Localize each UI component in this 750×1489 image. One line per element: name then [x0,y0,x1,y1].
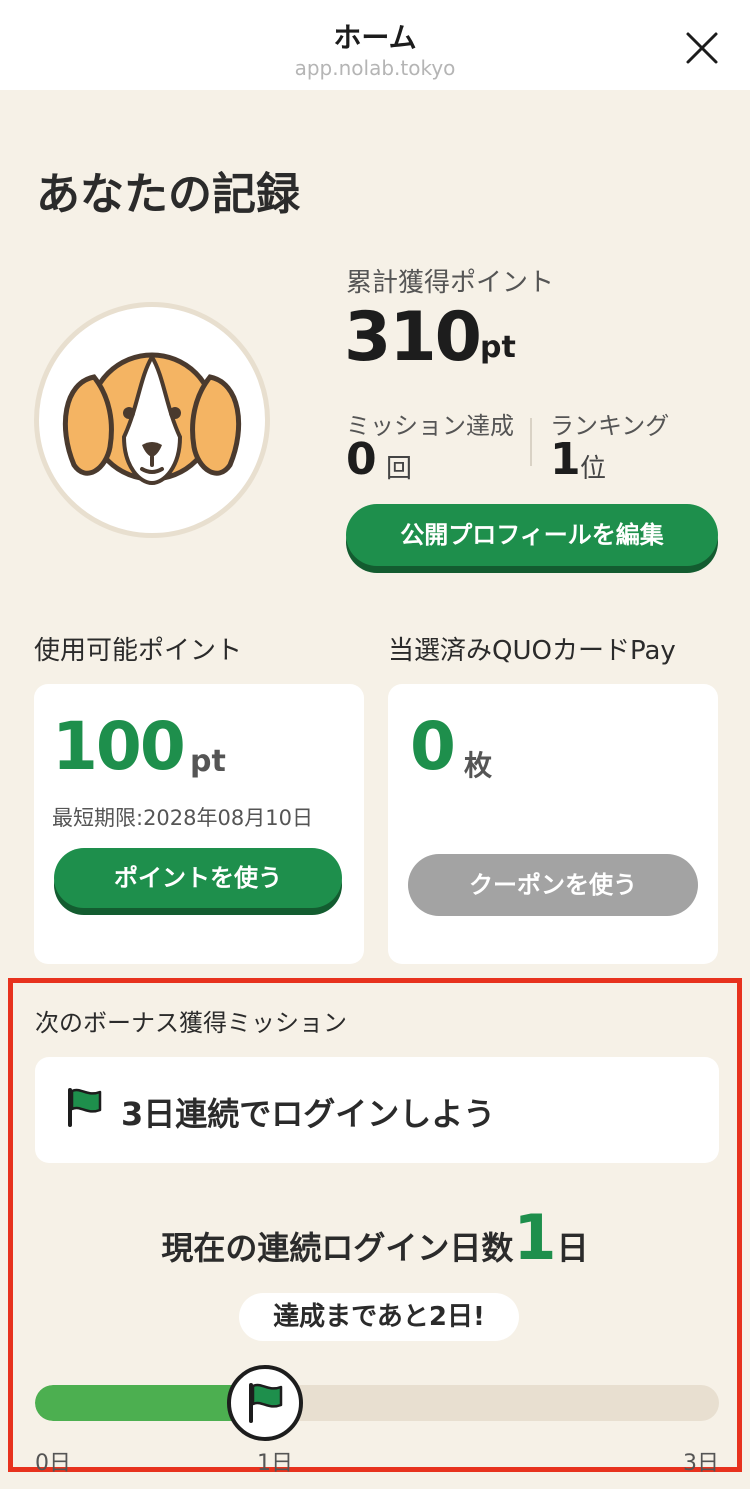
flag-icon [249,1383,283,1423]
progress-tick: 1日 [257,1451,293,1476]
progress-tick: 0日 [35,1451,71,1476]
stats-divider [530,418,532,466]
progress-track [35,1385,719,1421]
available-points-card: 100 pt 最短期限:2028年08月10日 ポイントを使う [34,684,364,964]
quo-card-value: 0 [410,708,456,785]
available-points-unit: pt [190,744,226,779]
bonus-mission-section: 次のボーナス獲得ミッション 3日連続でログインしよう 現在の連続ログイン日数1日… [8,978,742,1476]
cumulative-points-label: 累計獲得ポイント [346,268,555,298]
streak-value: 1 [513,1201,557,1274]
use-coupon-button[interactable]: クーポンを使う [408,854,698,916]
progress-marker [227,1365,303,1441]
ranking-value: 1 [550,434,581,485]
header: ホーム app.nolab.tokyo [0,0,750,90]
quo-card-unit: 枚 [464,749,493,782]
remaining-days-bubble: 達成まであと2日! [239,1293,519,1341]
streak-heading: 現在の連続ログイン日数1日 [13,1201,737,1274]
ranking-unit: 位 [580,454,607,484]
avatar [34,302,270,538]
page-url: app.nolab.tokyo [294,56,456,80]
dog-avatar-icon [62,352,242,486]
streak-suffix: 日 [556,1229,589,1267]
mission-count-value: 0 [346,434,377,485]
mission-count-unit: 回 [386,454,413,484]
bonus-mission-label: 次のボーナス獲得ミッション [35,1009,347,1037]
quo-card-card: 0 枚 クーポンを使う [388,684,718,964]
available-points-value: 100 [52,708,186,785]
record-title: あなたの記録 [36,169,300,220]
cumulative-points-value: 310 [344,298,482,377]
points-expiry: 最短期限:2028年08月10日 [52,806,313,830]
streak-prefix: 現在の連続ログイン日数 [161,1229,514,1267]
flag-icon [68,1088,102,1127]
available-points-label: 使用可能ポイント [34,636,243,666]
progress-tick: 3日 [683,1451,719,1476]
close-icon[interactable] [682,28,722,68]
edit-profile-button[interactable]: 公開プロフィールを編集 [346,504,718,566]
mission-card: 3日連続でログインしよう [35,1057,719,1163]
mission-text: 3日連続でログインしよう [121,1095,496,1133]
main-content: あなたの記録 累計獲得ポイント 310 pt ミッション達成 0 回 ランキング… [0,90,750,1489]
cumulative-points-unit: pt [480,330,516,365]
use-points-button[interactable]: ポイントを使う [54,848,342,908]
quo-card-label: 当選済みQUOカードPay [388,636,676,666]
page-title: ホーム [333,21,417,54]
